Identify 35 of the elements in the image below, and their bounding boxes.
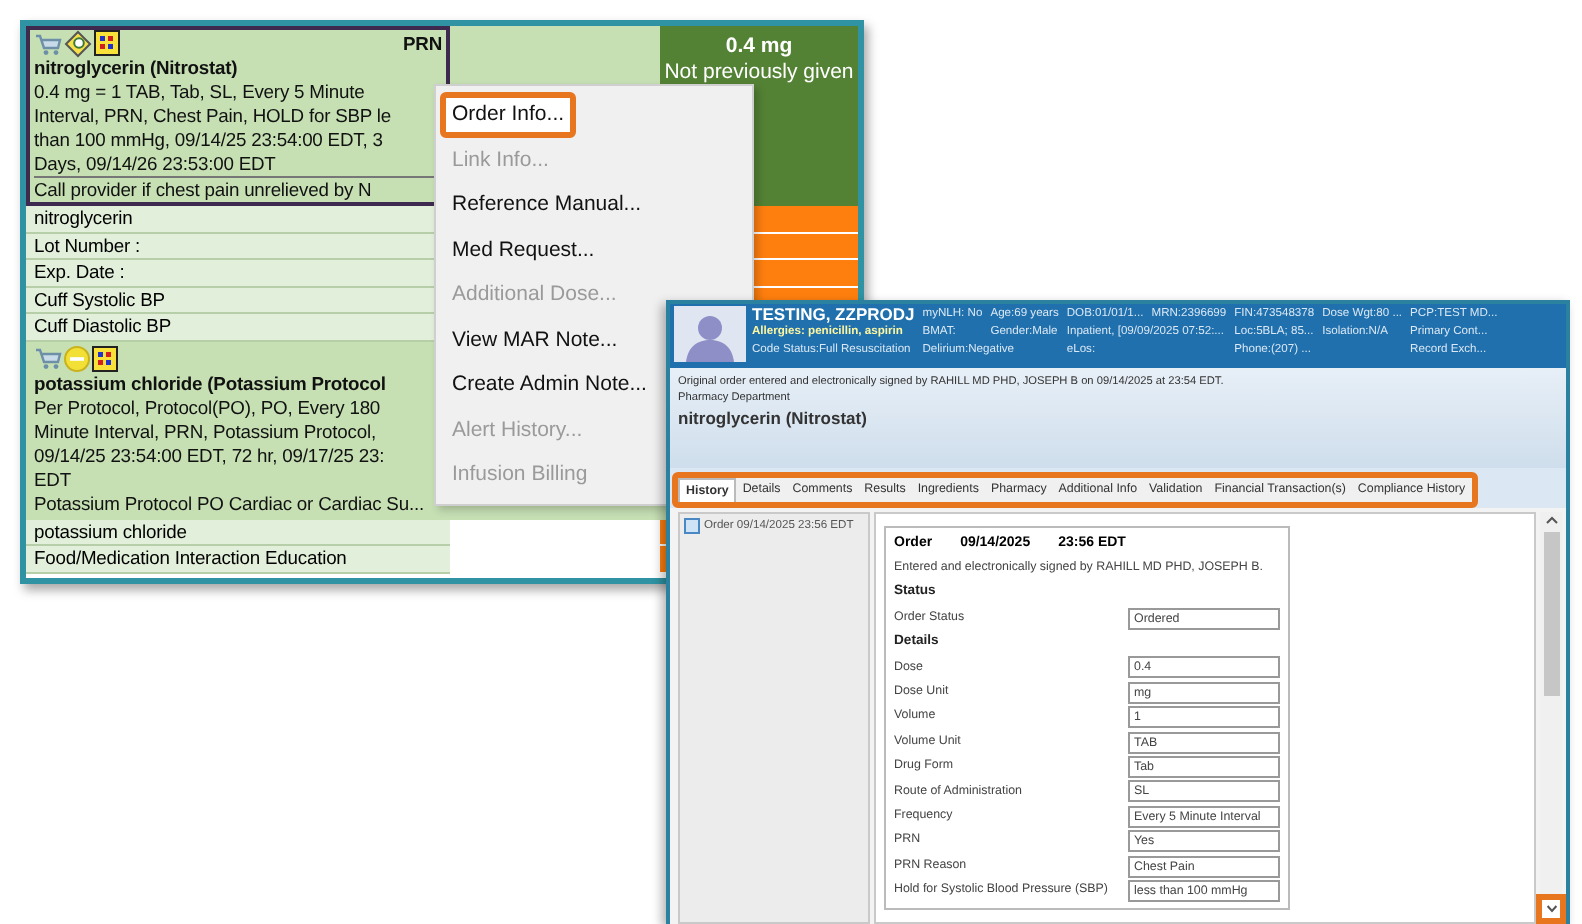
cart-icon — [34, 346, 62, 370]
document-icon — [684, 518, 700, 534]
cart-icon — [34, 31, 62, 55]
scroll-up-icon[interactable] — [1543, 512, 1559, 528]
dose-status: Not previously given — [664, 60, 854, 86]
avatar-icon — [674, 306, 746, 362]
order-cell[interactable] — [26, 26, 450, 206]
order-details: Minute Interval, PRN, Potassium Protocol, — [34, 419, 378, 443]
order-comment: Potassium Protocol PO Cardiac or Cardiac Su... — [34, 491, 426, 515]
menu-item[interactable]: Order Info... — [440, 92, 577, 137]
order-title: potassium chloride (Potassium Protocol — [34, 371, 388, 395]
banner-text: TESTING, ZZPRODJ — [752, 306, 915, 324]
scroll-down-button[interactable] — [1536, 894, 1566, 924]
chevron-down-icon — [1545, 904, 1557, 914]
order-details: Days, 09/14/26 23:53:00 EDT — [34, 152, 278, 176]
scroll-thumb[interactable] — [1543, 532, 1559, 696]
scrollbar[interactable] — [1540, 512, 1562, 924]
task-cell: Food/Medication Interaction Education — [26, 546, 450, 573]
prn-label: PRN — [403, 31, 442, 55]
diamond-icon — [64, 29, 92, 57]
order-details: EDT — [34, 467, 73, 491]
order-details: Interval, PRN, Chest Pain, HOLD for SBP le — [34, 104, 394, 128]
grid-icon — [92, 345, 118, 371]
order-details: 09/14/25 23:54:00 EDT, 72 hr, 09/17/25 23: — [34, 443, 387, 467]
order-details: Per Protocol, Protocol(PO), PO, Every 180 — [34, 395, 383, 419]
menu-item[interactable]: Create Admin Note... — [440, 362, 659, 407]
grid-icon — [94, 30, 120, 56]
order-title: nitroglycerin (Nitrostat) — [678, 406, 869, 430]
order-details: than 100 mmHg, 09/14/25 23:54:00 EDT, 3 — [34, 128, 385, 152]
dose-text: 0.4 mg — [725, 34, 793, 60]
minus-circle-icon — [64, 345, 90, 371]
order-details: 0.4 mg = 1 TAB, Tab, SL, Every 5 Minute — [34, 80, 367, 104]
task-cell: potassium chloride — [26, 519, 450, 546]
order-title: nitroglycerin (Nitrostat) — [34, 56, 240, 80]
order-cell[interactable] — [26, 341, 450, 519]
